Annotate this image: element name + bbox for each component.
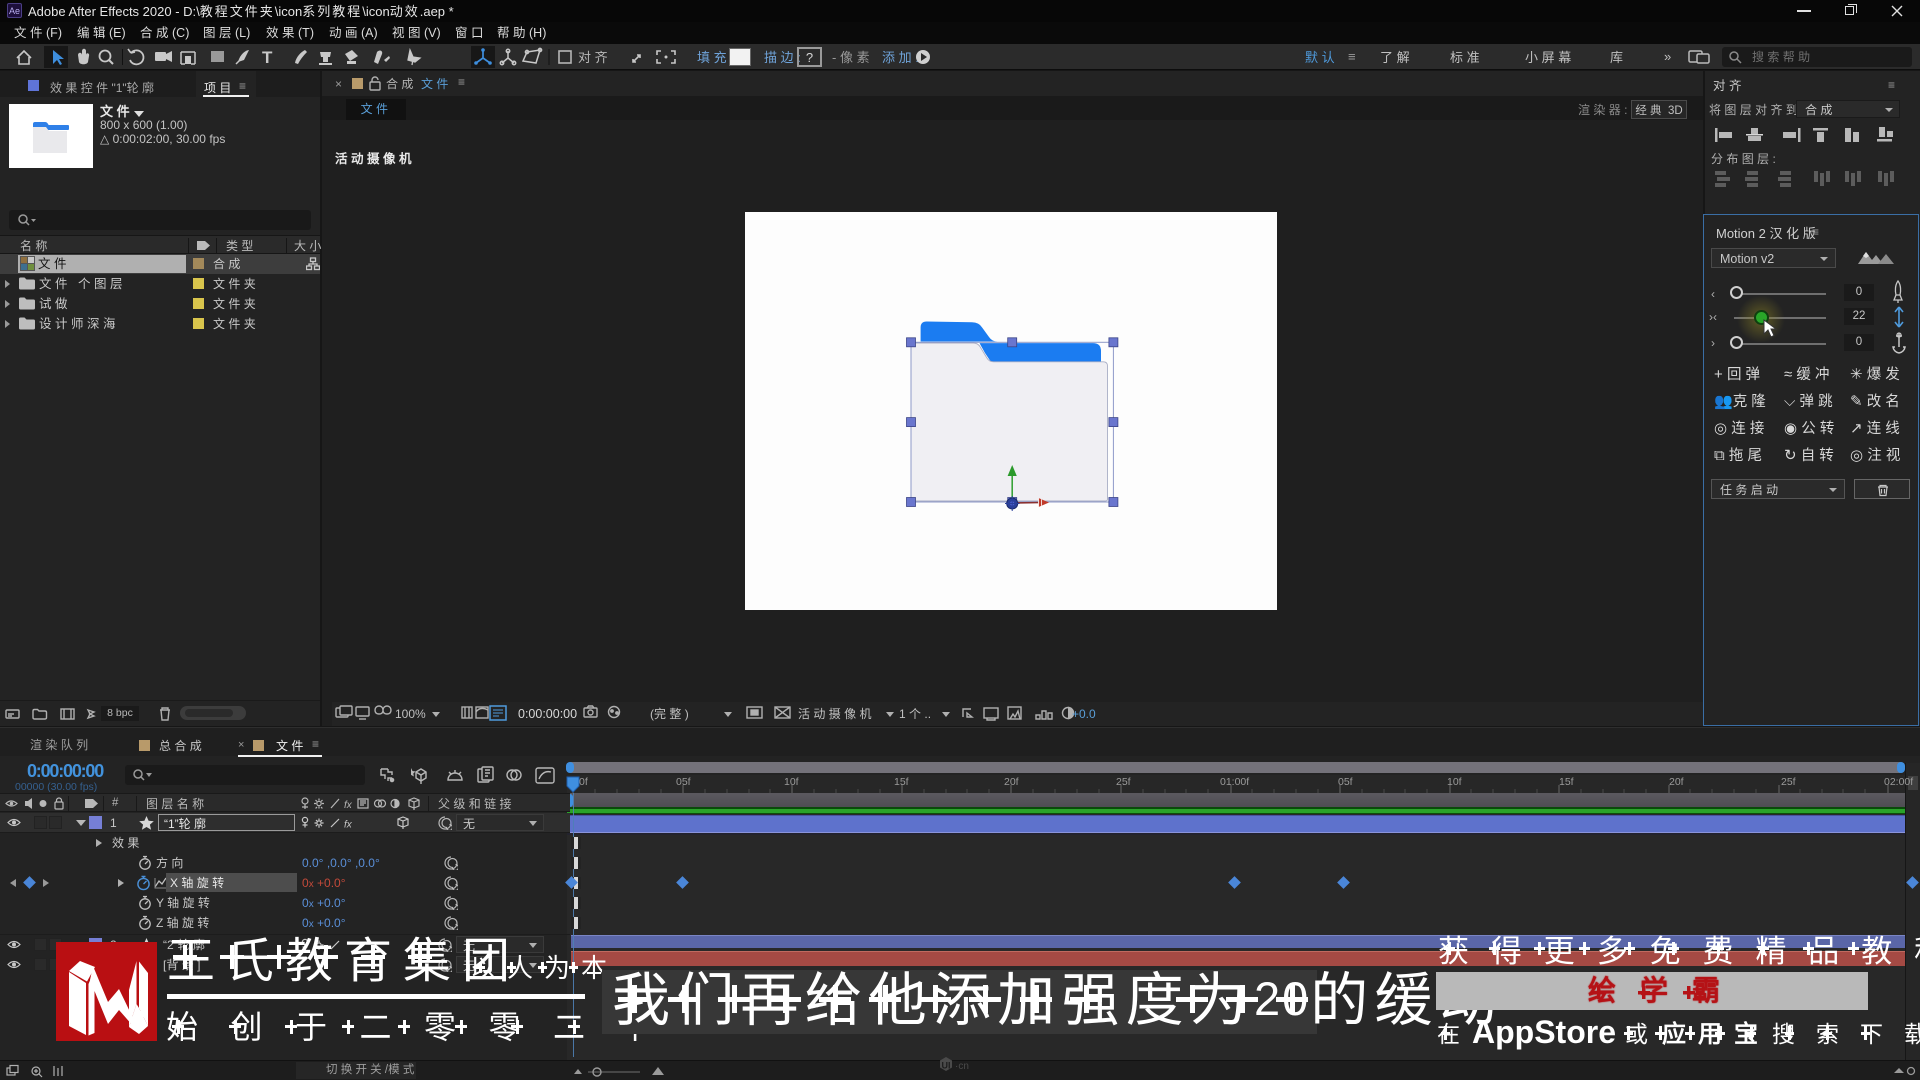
svg-text:fx: fx bbox=[344, 820, 353, 831]
svg-text:·cn: ·cn bbox=[955, 1061, 969, 1072]
svg-text:0:00:00:00: 0:00:00:00 bbox=[518, 707, 577, 721]
svg-text:T: T bbox=[262, 48, 273, 67]
svg-text:100%: 100% bbox=[395, 707, 426, 721]
svg-text:UI: UI bbox=[942, 1061, 951, 1071]
